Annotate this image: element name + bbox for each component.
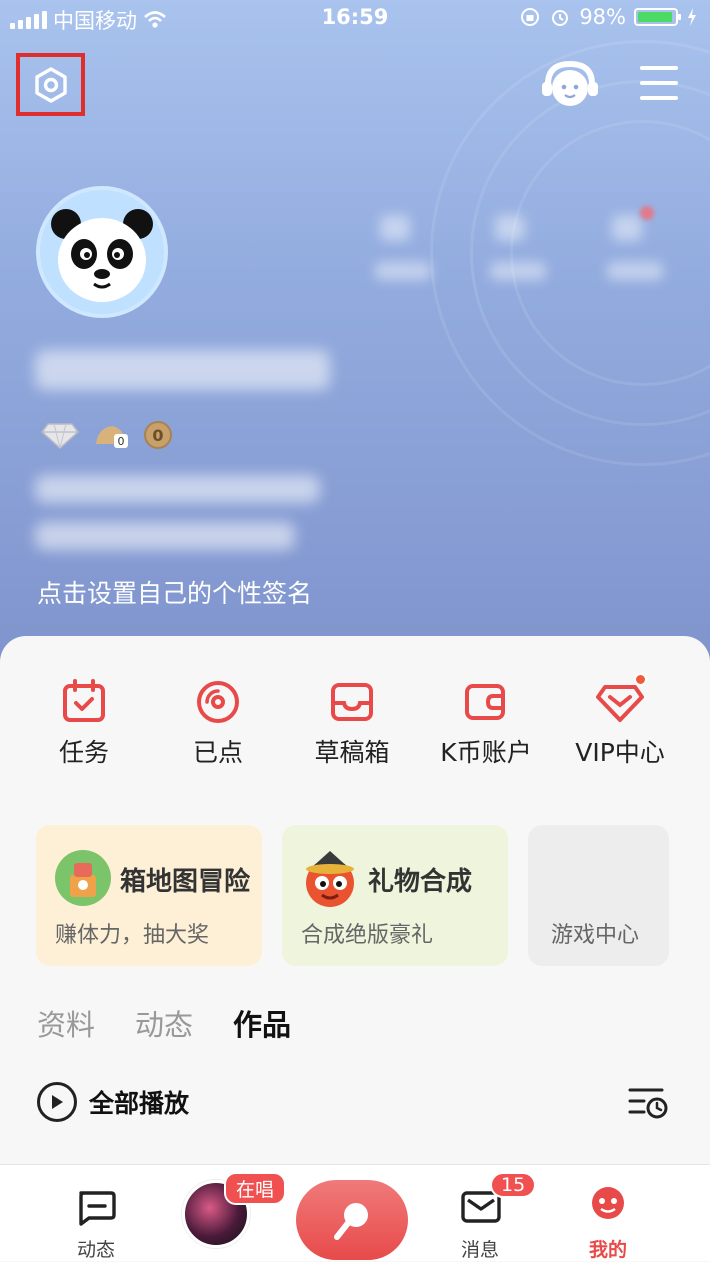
charging-bolt-icon [688, 8, 696, 26]
quick-action-task[interactable]: 任务 [14, 677, 154, 769]
info-line-blurred [35, 475, 320, 503]
promo-subtitle: 游戏中心 [551, 923, 640, 948]
quick-action-label: VIP中心 [575, 738, 665, 767]
stat-red-dot [640, 206, 654, 220]
promo-title: 箱地图冒险 [120, 867, 251, 897]
battery-percent: 98% [579, 5, 626, 29]
nav-mine-label: 我的 [588, 1239, 627, 1261]
level-hat-badge-icon[interactable]: 0 [94, 420, 130, 450]
task-calendar-icon [63, 679, 105, 722]
alarm-icon [552, 10, 569, 26]
promo-card-gift-synthesis[interactable]: 礼物合成 合成绝版豪礼 [282, 825, 508, 966]
quick-action-drafts[interactable]: 草稿箱 [282, 677, 422, 769]
messages-count-badge: 15 [490, 1172, 537, 1198]
nav-feed-label: 动态 [76, 1239, 115, 1261]
tab-profile-info[interactable]: 资料 [37, 1002, 95, 1044]
profile-tabs: 资料 动态 作品 [37, 1002, 291, 1044]
diamond-badge-icon[interactable] [40, 420, 80, 450]
signature-placeholder[interactable]: 点击设置自己的个性签名 [37, 574, 312, 610]
feed-chat-icon [79, 1191, 116, 1226]
gift-synthesis-monster-icon [306, 851, 354, 907]
hamburger-menu-icon [640, 66, 678, 70]
play-icon [37, 1082, 77, 1122]
quick-action-label: K币账户 [440, 738, 532, 767]
play-all-label: 全部播放 [89, 1089, 190, 1118]
settings-hexagon-icon [34, 66, 67, 103]
map-adventure-game-icon [55, 850, 111, 906]
quick-action-kcoin-account[interactable]: K币账户 [416, 677, 556, 769]
mine-profile-icon [592, 1187, 624, 1219]
nav-messages-label: 消息 [460, 1239, 499, 1261]
promo-subtitle: 合成绝版豪礼 [301, 923, 434, 948]
profile-avatar[interactable] [36, 186, 168, 318]
sing-button[interactable] [296, 1180, 408, 1260]
now-singing-tag: 在唱 [224, 1172, 287, 1205]
quick-action-vip-center[interactable]: VIP中心 [550, 673, 690, 769]
stat-label-blurred [607, 262, 663, 280]
promo-card-map-adventure[interactable]: 箱地图冒险 赚体力，抽大奖 [36, 825, 262, 966]
username-blurred [35, 350, 330, 390]
coin-badge[interactable]: 0 [144, 421, 172, 449]
panda-avatar-image [40, 190, 164, 314]
status-bar: 中国移动 16:59 98% [0, 0, 710, 36]
promo-title: 礼物合成 [368, 867, 473, 897]
settings-button[interactable] [16, 53, 85, 116]
status-right: 98% [519, 5, 698, 29]
promo-subtitle: 赚体力，抽大奖 [55, 923, 210, 948]
customer-service-button[interactable] [540, 60, 600, 112]
rotation-lock-icon [521, 8, 540, 26]
wallet-icon [465, 684, 505, 720]
stat-value-blurred [495, 215, 525, 241]
badge-row: 0 0 [40, 420, 172, 450]
timed-list-icon[interactable] [628, 1084, 668, 1120]
menu-button[interactable] [640, 66, 678, 100]
quick-action-label: 已点 [192, 738, 243, 767]
stat-label-blurred [490, 262, 546, 280]
svg-text:0: 0 [118, 435, 125, 448]
customer-service-avatar-icon [542, 60, 598, 106]
quick-action-label: 草稿箱 [314, 738, 390, 767]
tab-works[interactable]: 作品 [233, 1002, 291, 1044]
play-all-button[interactable]: 全部播放 [37, 1082, 189, 1122]
disc-icon [197, 681, 239, 723]
draft-box-icon [331, 683, 373, 721]
quick-action-label: 任务 [58, 738, 109, 767]
stat-value-blurred [380, 215, 410, 241]
battery-icon [634, 8, 681, 26]
notification-dot [634, 673, 647, 686]
tab-feed[interactable]: 动态 [135, 1002, 193, 1044]
stat-label-blurred [375, 262, 431, 280]
promo-card-game-center[interactable]: 游戏中心 [528, 825, 669, 966]
microphone-icon [334, 1203, 368, 1240]
info-line-blurred [35, 522, 295, 550]
stat-value-blurred [612, 215, 642, 241]
quick-action-ordered[interactable]: 已点 [148, 677, 288, 769]
